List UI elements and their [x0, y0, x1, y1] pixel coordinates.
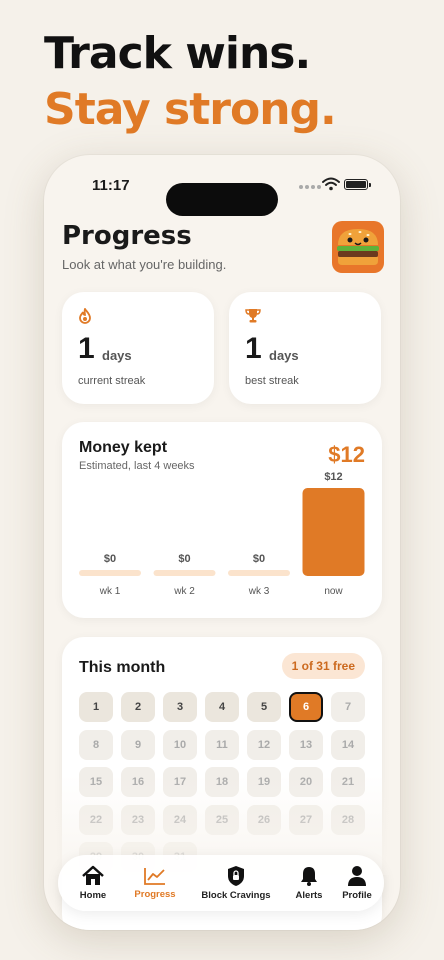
bar-value-label: $0	[253, 553, 265, 565]
flame-icon	[79, 308, 91, 324]
calendar-day[interactable]: 19	[247, 767, 281, 797]
bell-icon	[301, 867, 317, 886]
page-title: Progress	[62, 221, 192, 251]
best-streak-value: 1	[245, 332, 262, 365]
trophy-icon	[245, 309, 261, 323]
best-streak-card: 1 days best streak	[229, 292, 381, 404]
calendar-day[interactable]: 20	[289, 767, 323, 797]
bar-now	[302, 488, 365, 576]
tab-bar: Home Progress Block Cravings Alerts Prof…	[58, 855, 384, 911]
bar-wk-1	[79, 570, 141, 576]
phone-frame: 11:17 Progress Look at what you're build…	[44, 155, 400, 930]
calendar-day[interactable]: 2	[121, 692, 155, 722]
battery-icon	[344, 179, 371, 190]
burger-mascot-icon	[332, 221, 384, 273]
current-streak-value: 1	[78, 332, 95, 365]
bar-wk-2	[153, 570, 216, 576]
signal-icon	[299, 185, 321, 189]
calendar-day[interactable]: 5	[247, 692, 281, 722]
home-icon	[82, 865, 104, 885]
bar-category-label: wk 2	[173, 586, 195, 597]
tab-home-label: Home	[79, 890, 107, 901]
calendar-day[interactable]: 12	[247, 729, 281, 760]
tab-block-cravings-label: Block Cravings	[201, 890, 271, 901]
tab-profile-label: Profile	[342, 890, 372, 901]
bar-category-label: wk 3	[248, 586, 270, 597]
calendar-day[interactable]: 9	[121, 729, 155, 760]
calendar-day[interactable]: 11	[205, 729, 239, 760]
calendar-day[interactable]: 21	[331, 767, 365, 797]
best-streak-label: best streak	[245, 375, 299, 387]
calendar-day[interactable]: 18	[205, 767, 239, 797]
calendar-day[interactable]: 4	[205, 692, 239, 722]
calendar-day[interactable]: 8	[79, 729, 113, 760]
calendar-day[interactable]: 1	[79, 692, 113, 722]
tab-profile[interactable]: Profile	[334, 855, 380, 911]
tab-alerts-label: Alerts	[295, 890, 323, 901]
promo-headline-1: Track wins.	[44, 28, 311, 79]
calendar-day[interactable]: 16	[121, 767, 155, 797]
calendar-day[interactable]: 3	[163, 692, 197, 722]
free-days-badge: 1 of 31 free	[281, 653, 365, 679]
current-streak-label: current streak	[78, 375, 146, 387]
person-icon	[348, 866, 366, 886]
calendar-day[interactable]: 14	[331, 729, 365, 760]
calendar-day[interactable]: 24	[163, 804, 197, 835]
status-time: 11:17	[92, 177, 130, 194]
calendar-day[interactable]: 27	[289, 804, 323, 835]
bar-value-label: $0	[178, 553, 190, 565]
shield-lock-icon	[228, 866, 244, 886]
money-chart: $0 wk 1 $0 wk 2 $0 wk 3 $12 now	[79, 471, 365, 597]
month-title: This month	[79, 659, 166, 676]
best-streak-unit: days	[269, 348, 299, 363]
tab-progress-label: Progress	[134, 889, 176, 900]
current-streak-card: 1 days current streak	[62, 292, 214, 404]
tab-alerts[interactable]: Alerts	[286, 855, 332, 911]
tab-home[interactable]: Home	[64, 855, 122, 911]
calendar-day[interactable]: 17	[163, 767, 197, 797]
dynamic-island	[166, 183, 278, 216]
calendar-day[interactable]: 15	[79, 767, 113, 797]
tab-progress[interactable]: Progress	[124, 855, 186, 911]
bar-category-label: wk 1	[99, 586, 121, 597]
tab-block-cravings[interactable]: Block Cravings	[188, 855, 284, 911]
chart-icon	[144, 868, 165, 885]
calendar-day[interactable]: 28	[331, 804, 365, 835]
calendar-day[interactable]: 25	[205, 804, 239, 835]
calendar-day[interactable]: 6	[289, 692, 323, 722]
bar-wk-3	[228, 570, 290, 576]
bar-value-label: $12	[324, 471, 342, 483]
calendar-day[interactable]: 10	[163, 729, 197, 760]
calendar-day[interactable]: 13	[289, 729, 323, 760]
money-kept-card: Money kept Estimated, last 4 weeks $12 $…	[62, 422, 382, 618]
calendar-day[interactable]: 26	[247, 804, 281, 835]
promo-headline-2: Stay strong.	[44, 84, 337, 135]
bar-value-label: $0	[104, 553, 116, 565]
bar-category-label: now	[324, 586, 343, 597]
current-streak-unit: days	[102, 348, 132, 363]
wifi-icon	[322, 177, 340, 191]
status-bar: 11:17	[44, 171, 400, 216]
calendar-day[interactable]: 22	[79, 804, 113, 835]
page-subtitle: Look at what you're building.	[62, 257, 227, 272]
calendar-day[interactable]: 7	[331, 692, 365, 722]
calendar-day[interactable]: 23	[121, 804, 155, 835]
